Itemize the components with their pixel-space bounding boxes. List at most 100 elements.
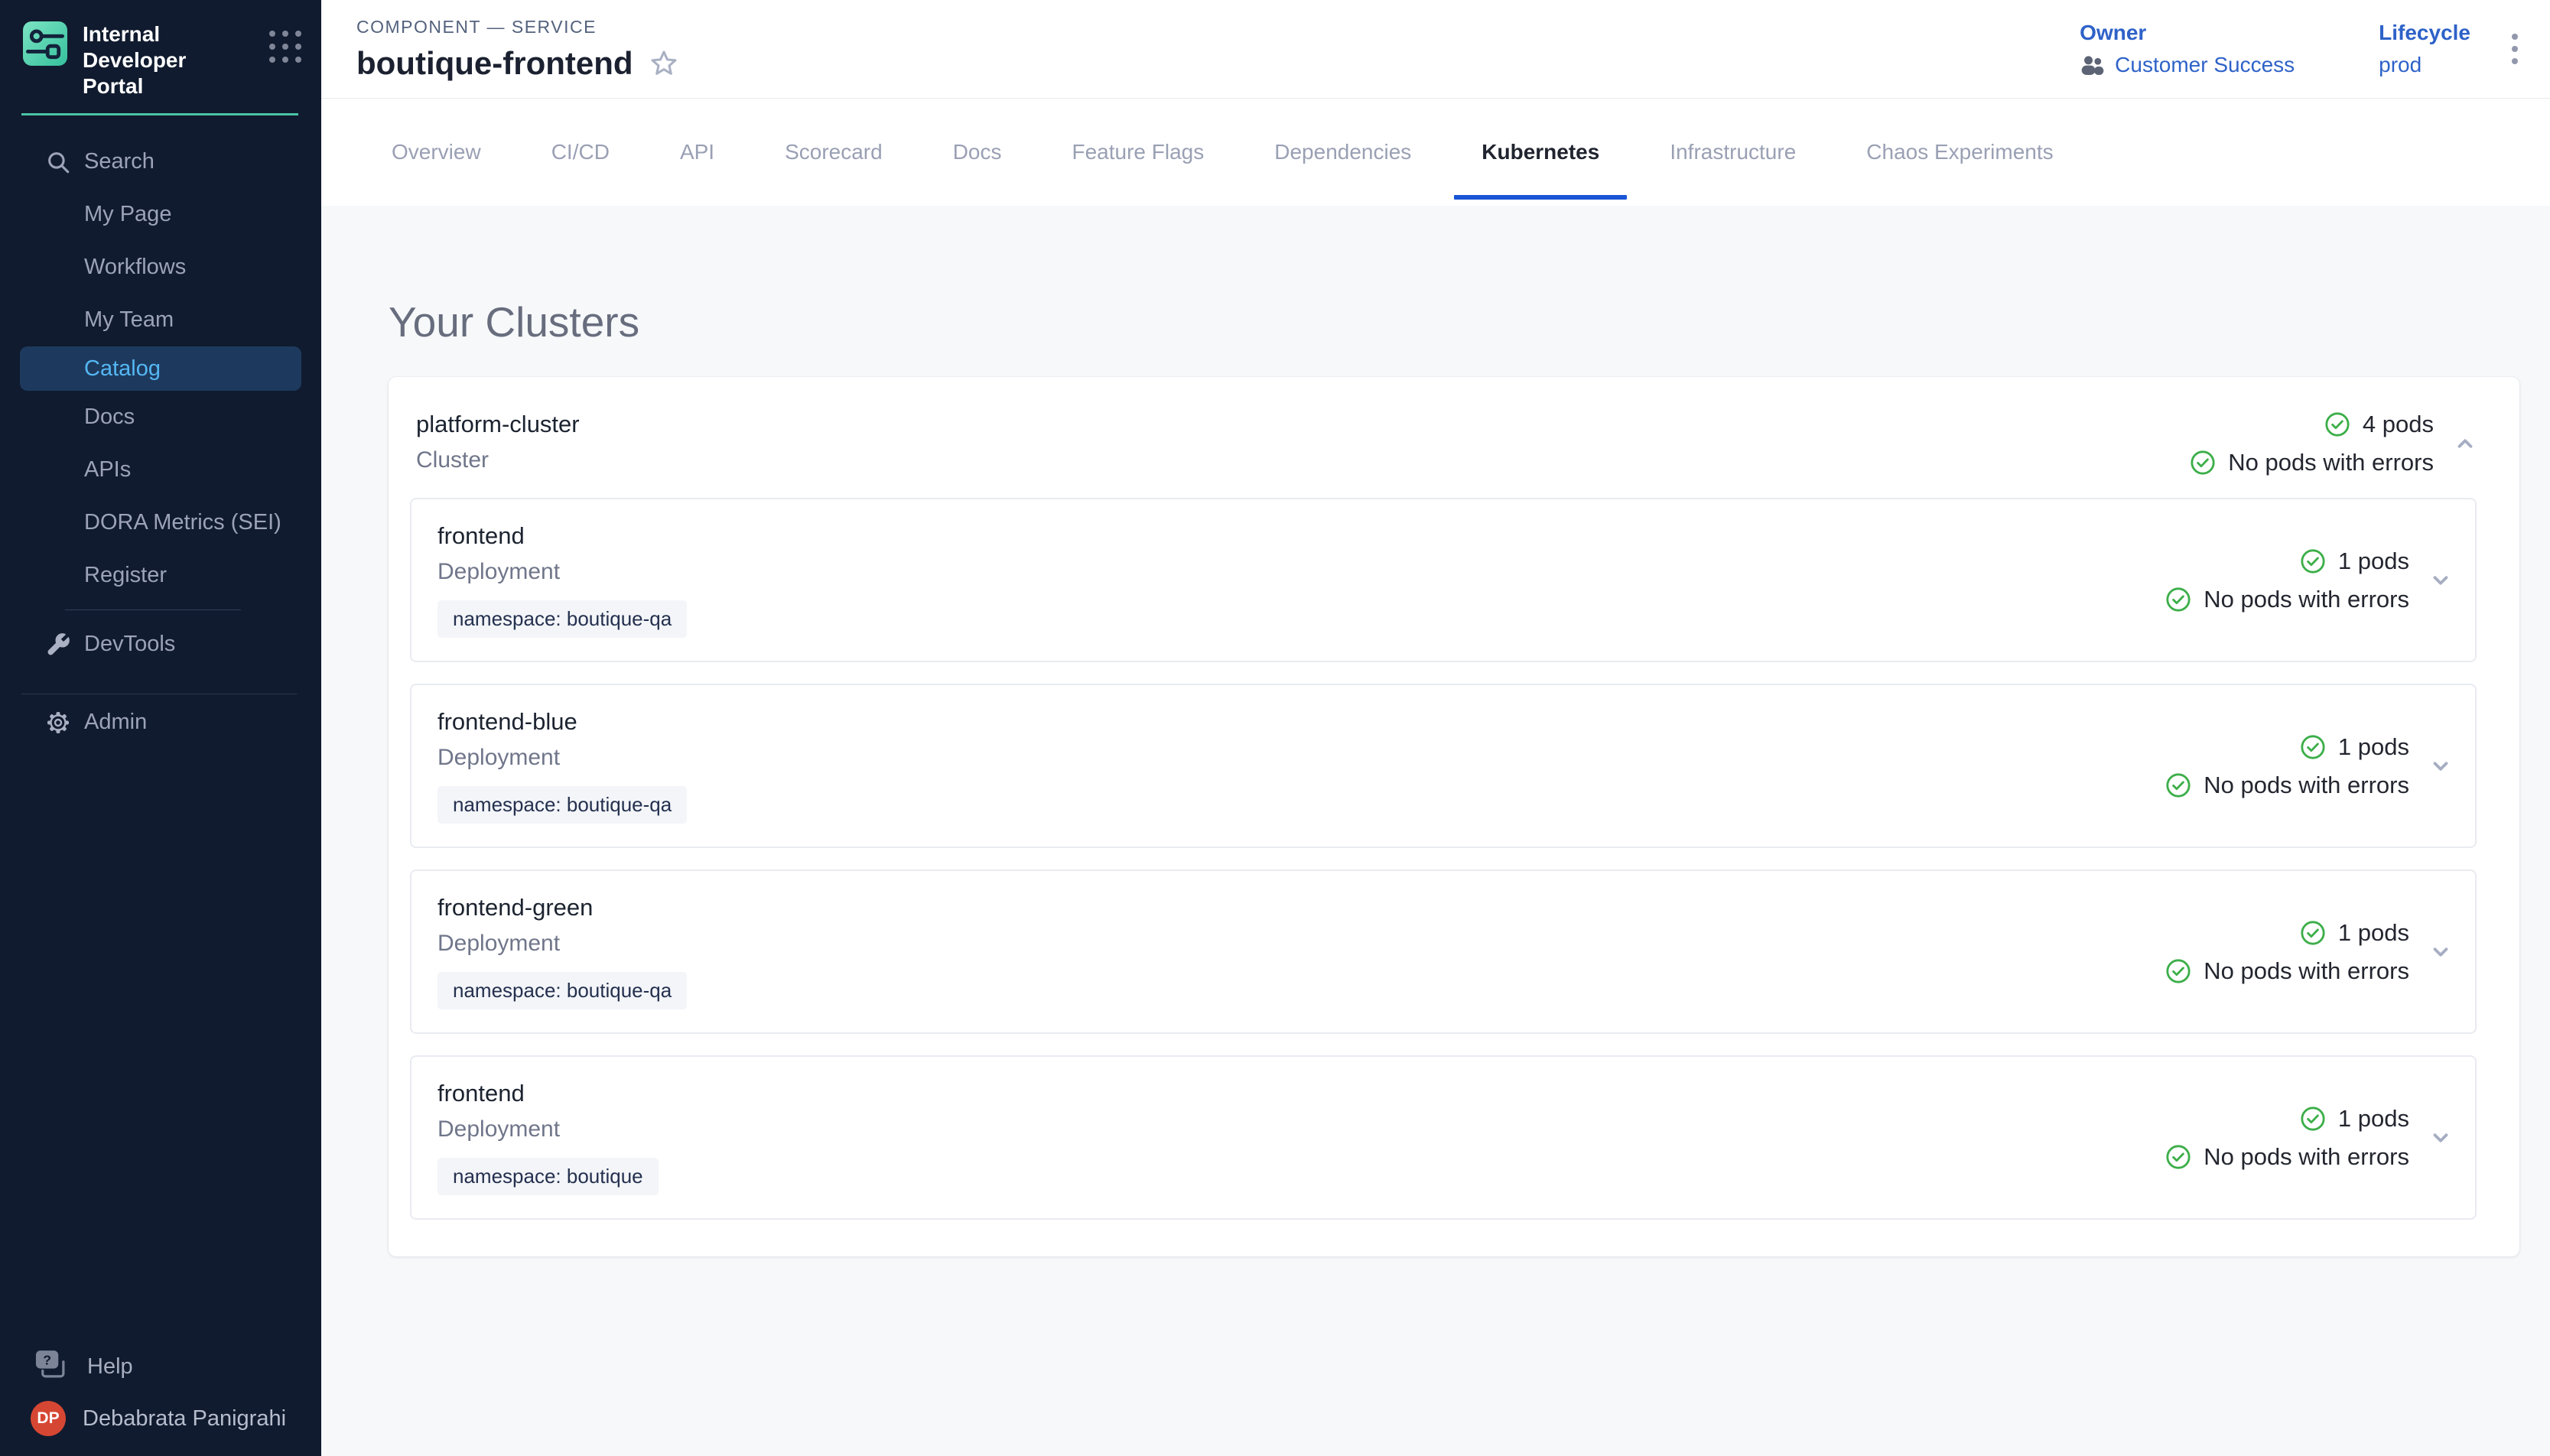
deployment-name: frontend bbox=[437, 522, 687, 550]
errors-stat: No pods with errors bbox=[2165, 957, 2409, 985]
deployment-kind: Deployment bbox=[437, 1116, 659, 1142]
owner-link[interactable]: Customer Success bbox=[2080, 53, 2295, 77]
check-circle-icon bbox=[2165, 1144, 2191, 1170]
errors-text: No pods with errors bbox=[2204, 1143, 2409, 1171]
check-circle-icon bbox=[2165, 772, 2191, 798]
sidebar-item-dora-metrics[interactable]: DORA Metrics (SEI) bbox=[0, 496, 321, 549]
sidebar-item-admin[interactable]: Admin bbox=[0, 696, 321, 749]
namespace-chip: namespace: boutique bbox=[437, 1158, 659, 1195]
pods-stat: 1 pods bbox=[2300, 548, 2409, 575]
section-heading: Your Clusters bbox=[389, 297, 2519, 346]
kebab-menu-icon[interactable] bbox=[2501, 26, 2529, 72]
main-area: COMPONENT — SERVICE boutique-frontend Ow… bbox=[321, 0, 2550, 1456]
sidebar-item-register[interactable]: Register bbox=[0, 549, 321, 602]
chevron-down-icon[interactable] bbox=[2429, 755, 2452, 778]
sidebar-item-docs[interactable]: Docs bbox=[0, 391, 321, 444]
deployment-row[interactable]: frontend Deployment namespace: boutique … bbox=[410, 1055, 2477, 1220]
sidebar-item-label: Register bbox=[84, 563, 167, 588]
chevron-down-icon[interactable] bbox=[2429, 1126, 2452, 1149]
sidebar-nav: Search My Page Workflows My Team Catalog… bbox=[0, 115, 321, 749]
sidebar-divider bbox=[65, 609, 241, 610]
sidebar-item-label: DevTools bbox=[84, 632, 175, 657]
check-circle-icon bbox=[2190, 450, 2216, 476]
sidebar-item-search[interactable]: Search bbox=[0, 135, 321, 188]
chevron-down-icon[interactable] bbox=[2429, 569, 2452, 592]
deployment-info: frontend Deployment namespace: boutique-… bbox=[437, 522, 687, 638]
errors-stat: No pods with errors bbox=[2165, 772, 2409, 799]
entity-header: COMPONENT — SERVICE boutique-frontend Ow… bbox=[321, 0, 2550, 99]
cluster-kind: Cluster bbox=[416, 447, 580, 473]
tab-docs[interactable]: Docs bbox=[918, 99, 1037, 206]
tab-infrastructure[interactable]: Infrastructure bbox=[1634, 99, 1831, 206]
star-icon[interactable] bbox=[649, 48, 679, 79]
deployment-info: frontend Deployment namespace: boutique bbox=[437, 1080, 659, 1195]
apps-grid-icon[interactable] bbox=[269, 31, 301, 63]
tab-dependencies[interactable]: Dependencies bbox=[1239, 99, 1446, 206]
deployment-row[interactable]: frontend-blue Deployment namespace: bout… bbox=[410, 684, 2477, 848]
sidebar-item-label: Admin bbox=[84, 710, 147, 735]
cluster-stats: 4 pods No pods with errors bbox=[2190, 411, 2434, 476]
app-logo-icon bbox=[23, 21, 67, 66]
namespace-chip: namespace: boutique-qa bbox=[437, 786, 687, 824]
deployment-info: frontend-green Deployment namespace: bou… bbox=[437, 894, 687, 1009]
deployment-kind: Deployment bbox=[437, 931, 687, 957]
check-circle-icon bbox=[2324, 411, 2350, 437]
sidebar-header: Internal Developer Portal bbox=[0, 0, 321, 113]
tab-feature-flags[interactable]: Feature Flags bbox=[1037, 99, 1240, 206]
errors-text: No pods with errors bbox=[2204, 772, 2409, 799]
sidebar-item-apis[interactable]: APIs bbox=[0, 444, 321, 496]
help-label: Help bbox=[87, 1354, 133, 1380]
gear-icon bbox=[44, 709, 72, 736]
deployment-row[interactable]: frontend-green Deployment namespace: bou… bbox=[410, 869, 2477, 1034]
owner-group: Owner Customer Success bbox=[2080, 21, 2295, 77]
pods-count: 1 pods bbox=[2338, 919, 2409, 947]
check-circle-icon bbox=[2165, 958, 2191, 984]
owner-value: Customer Success bbox=[2115, 53, 2295, 77]
kubernetes-content: Your Clusters platform-cluster Cluster 4… bbox=[321, 206, 2550, 1456]
sidebar-item-my-team[interactable]: My Team bbox=[0, 294, 321, 346]
deployment-row[interactable]: frontend Deployment namespace: boutique-… bbox=[410, 498, 2477, 662]
chevron-down-icon[interactable] bbox=[2429, 941, 2452, 964]
sidebar: Internal Developer Portal Search My Page… bbox=[0, 0, 321, 1456]
check-circle-icon bbox=[2300, 734, 2326, 760]
deployment-stats: 1 pods No pods with errors bbox=[2165, 1105, 2409, 1171]
sidebar-item-label: Search bbox=[84, 149, 154, 174]
sidebar-item-label: My Page bbox=[84, 202, 171, 227]
help-button[interactable]: ? Help bbox=[0, 1341, 321, 1392]
pods-stat: 4 pods bbox=[2324, 411, 2434, 438]
cluster-header[interactable]: platform-cluster Cluster 4 pods N bbox=[410, 411, 2477, 476]
deployment-name: frontend bbox=[437, 1080, 659, 1107]
tab-chaos-experiments[interactable]: Chaos Experiments bbox=[1831, 99, 2088, 206]
tab-kubernetes[interactable]: Kubernetes bbox=[1446, 99, 1634, 206]
sidebar-item-catalog[interactable]: Catalog bbox=[20, 346, 301, 391]
pods-count: 1 pods bbox=[2338, 733, 2409, 761]
chevron-up-icon[interactable] bbox=[2454, 432, 2477, 455]
errors-stat: No pods with errors bbox=[2190, 449, 2434, 476]
tab-ci-cd[interactable]: CI/CD bbox=[516, 99, 645, 206]
check-circle-icon bbox=[2165, 587, 2191, 613]
svg-text:?: ? bbox=[43, 1352, 51, 1367]
sidebar-item-devtools[interactable]: DevTools bbox=[0, 618, 321, 671]
check-circle-icon bbox=[2300, 548, 2326, 574]
user-menu[interactable]: DP Debabrata Panigrahi bbox=[0, 1392, 321, 1445]
page-title: boutique-frontend bbox=[356, 45, 633, 82]
errors-stat: No pods with errors bbox=[2165, 1143, 2409, 1171]
deployment-stats: 1 pods No pods with errors bbox=[2165, 548, 2409, 613]
lifecycle-group: Lifecycle prod bbox=[2379, 21, 2470, 77]
tab-scorecard[interactable]: Scorecard bbox=[750, 99, 918, 206]
deployment-kind: Deployment bbox=[437, 745, 687, 771]
pods-stat: 1 pods bbox=[2300, 1105, 2409, 1133]
namespace-chip: namespace: boutique-qa bbox=[437, 972, 687, 1009]
sidebar-item-my-page[interactable]: My Page bbox=[0, 188, 321, 241]
deployment-stats: 1 pods No pods with errors bbox=[2165, 919, 2409, 985]
entity-header-left: COMPONENT — SERVICE boutique-frontend bbox=[356, 17, 679, 82]
tab-overview[interactable]: Overview bbox=[356, 99, 516, 206]
lifecycle-value: prod bbox=[2379, 53, 2470, 77]
pods-stat: 1 pods bbox=[2300, 733, 2409, 761]
tab-api[interactable]: API bbox=[645, 99, 750, 206]
search-icon bbox=[44, 148, 72, 176]
sidebar-item-workflows[interactable]: Workflows bbox=[0, 241, 321, 294]
help-chat-icon: ? bbox=[34, 1348, 87, 1385]
sidebar-item-label: Catalog bbox=[84, 356, 161, 382]
breadcrumb: COMPONENT — SERVICE bbox=[356, 17, 679, 37]
